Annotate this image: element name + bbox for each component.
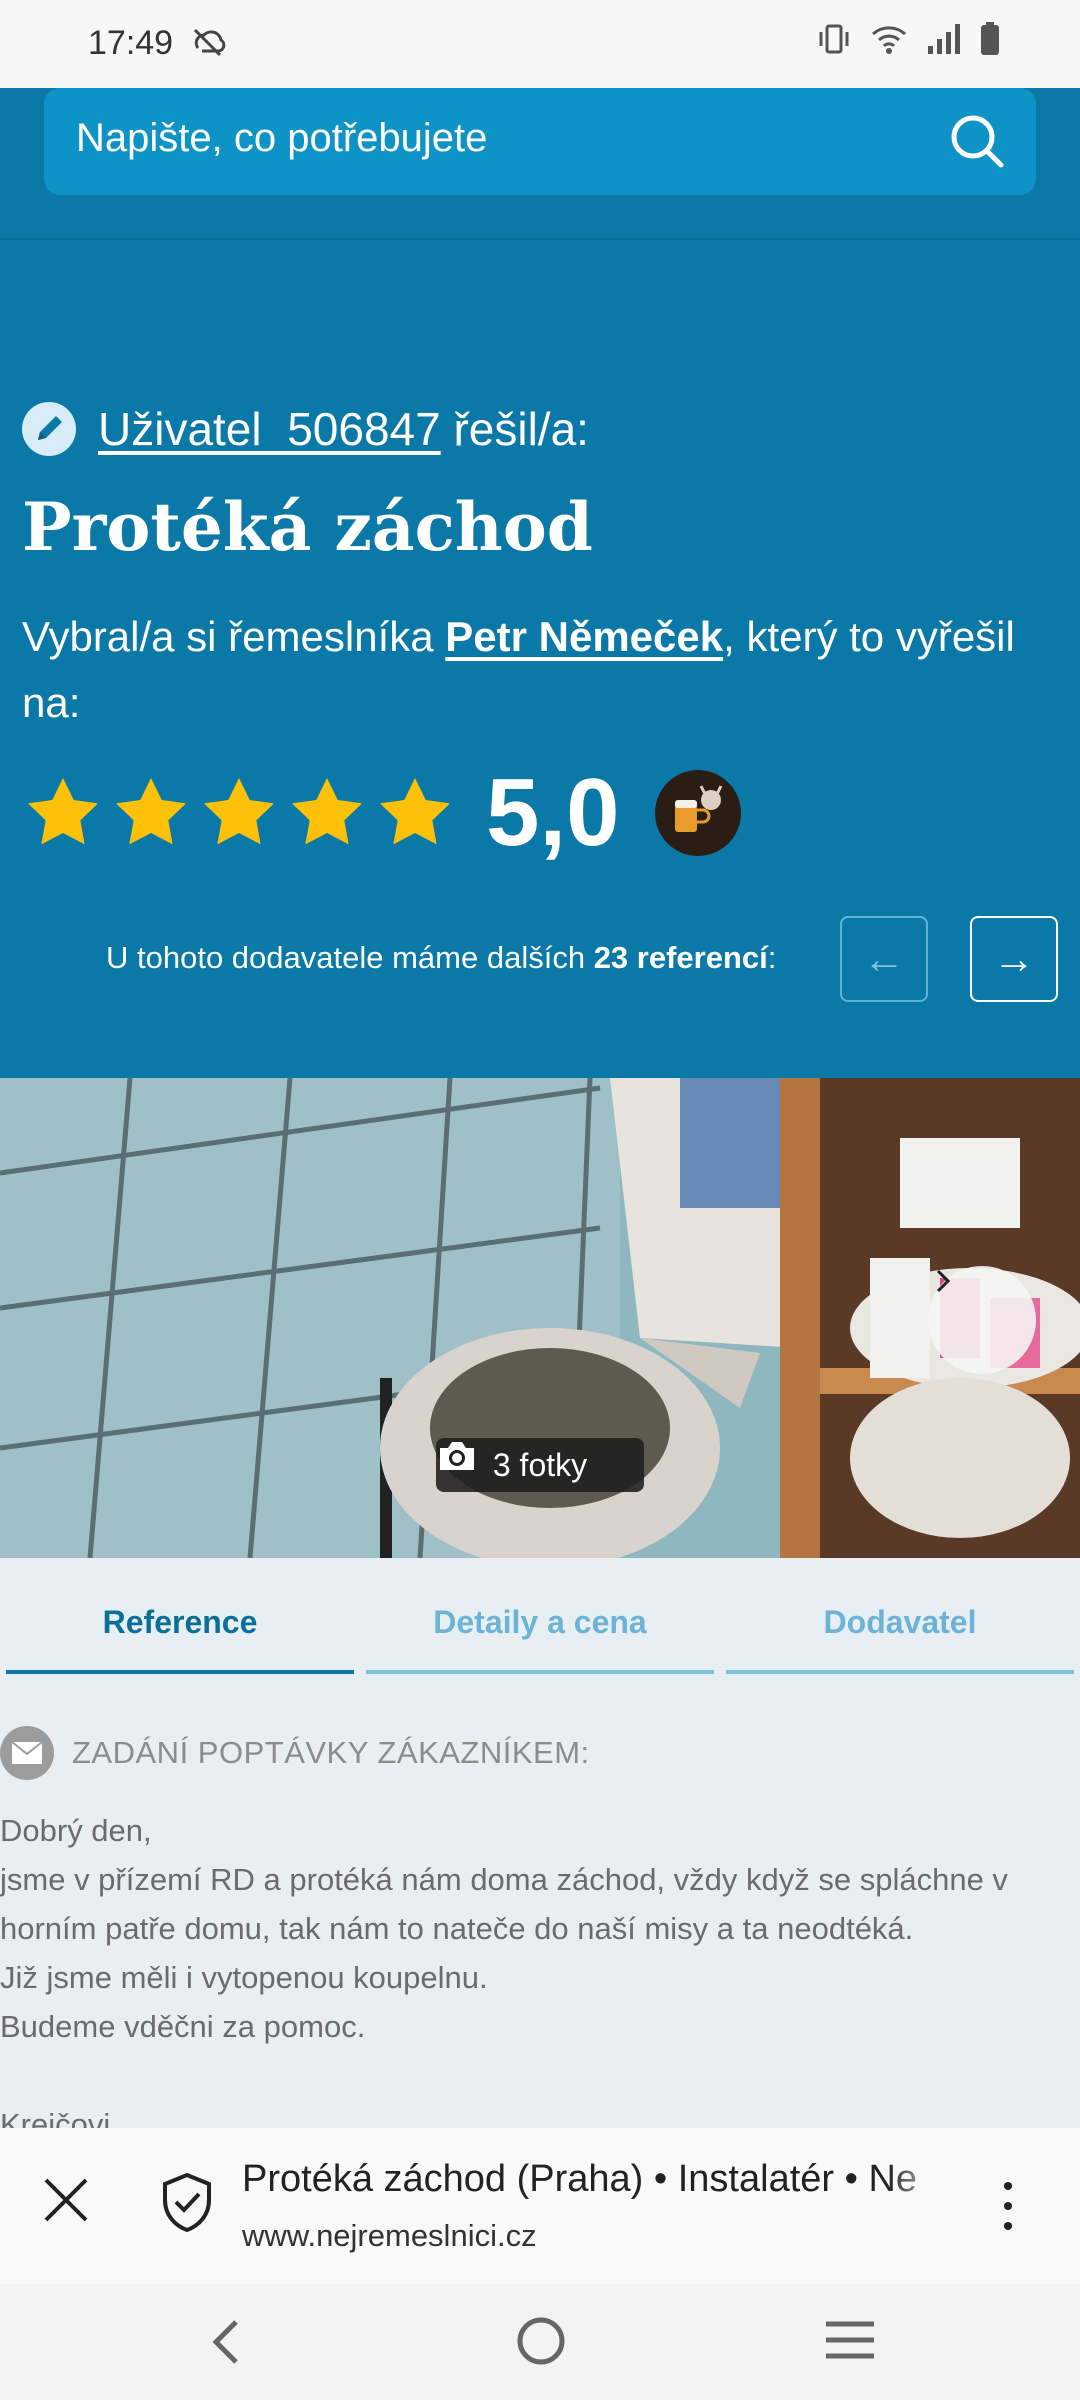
back-icon[interactable] [208, 2316, 244, 2373]
home-icon[interactable] [514, 2314, 568, 2373]
reference-hero: Uživatel_506847 řešil/a: Protéká záchod … [0, 240, 1080, 1078]
photo-count-badge[interactable]: 3 fotky [436, 1438, 644, 1492]
site-header: Napište, co potřebujete [0, 88, 1080, 240]
chosen-prefix: Vybral/a si řemeslníka [22, 613, 446, 660]
shield-check-icon[interactable] [160, 2172, 214, 2237]
rating-value: 5,0 [486, 759, 620, 866]
browser-page-info: Protéká záchod (Praha) • Instalatér • Ne… [0, 2128, 1080, 2284]
search-bar[interactable]: Napište, co potřebujete [44, 88, 1036, 195]
search-icon[interactable] [948, 112, 1006, 175]
supplier-avatar[interactable] [655, 770, 742, 856]
tab-indicator [6, 1670, 354, 1674]
sync-off-icon [190, 24, 226, 65]
photo-count-label: 3 fotky [492, 1446, 588, 1483]
status-bar: 17:49 [0, 0, 1080, 88]
more-references-text: U tohoto dodavatele máme dalších 23 refe… [106, 940, 776, 976]
star-icon [28, 778, 98, 845]
search-placeholder[interactable]: Napište, co potřebujete [76, 116, 487, 161]
title-fade [888, 2158, 948, 2201]
signal-icon [926, 22, 962, 61]
tab-label: Dodavatel [823, 1603, 977, 1640]
chevron-right-icon [936, 1269, 951, 1293]
request-line: Budeme vděčni za pomoc. [0, 2009, 366, 2044]
page-title: Protéká záchod [22, 488, 593, 566]
tab-indicator [726, 1670, 1074, 1674]
request-label: ZADÁNÍ POPTÁVKY ZÁKAZNÍKEM: [72, 1735, 590, 1770]
star-icon [204, 778, 274, 845]
request-line: Dobrý den, [0, 1813, 152, 1848]
pencil-icon [22, 402, 76, 456]
star-icon [116, 778, 186, 845]
chosen-craftsman-text: Vybral/a si řemeslníka Petr Němeček, kte… [22, 604, 1062, 736]
battery-icon [980, 22, 1000, 61]
tab-details-price[interactable]: Detaily a cena [366, 1558, 714, 1686]
author-link[interactable]: Uživatel_506847 [98, 403, 441, 455]
request-blank-line [0, 2051, 1070, 2100]
next-photo-button[interactable] [928, 1266, 1036, 1374]
browser-domain[interactable]: www.nejremeslnici.cz [242, 2218, 537, 2254]
refs-count: 23 referencí [593, 940, 768, 975]
previous-reference-button[interactable]: ← [840, 916, 928, 1002]
browser-page-title[interactable]: Protéká záchod (Praha) • Instalatér • Ne [242, 2158, 948, 2201]
browser-page-title-text: Protéká záchod (Praha) • Instalatér • Ne [242, 2158, 918, 2200]
close-icon[interactable] [40, 2174, 92, 2231]
status-time: 17:49 [88, 24, 174, 62]
star-rating [22, 773, 456, 853]
detail-tabs: Reference Detaily a cena Dodavatel [0, 1558, 1080, 1686]
tab-label: Detaily a cena [433, 1603, 647, 1640]
author-row: Uživatel_506847 řešil/a: [22, 402, 589, 456]
tab-reference[interactable]: Reference [6, 1558, 354, 1686]
request-line: Již jsme měli i vytopenou koupelnu. [0, 1960, 488, 1995]
request-line: horním patře domu, tak nám to nateče do … [0, 1911, 914, 1946]
vibrate-icon [816, 22, 852, 61]
star-icon [380, 778, 450, 845]
request-line: jsme v přízemí RD a protéká nám doma zác… [0, 1862, 1008, 1897]
request-header: ZADÁNÍ POPTÁVKY ZÁKAZNÍKEM: [0, 1726, 590, 1780]
request-text: Dobrý den, jsme v přízemí RD a protéká n… [0, 1806, 1070, 2149]
tab-indicator [366, 1670, 714, 1674]
envelope-icon [0, 1726, 54, 1780]
refs-prefix: U tohoto dodavatele máme dalších [106, 940, 594, 975]
star-icon [292, 778, 362, 845]
author-suffix: řešil/a: [440, 403, 589, 455]
tab-label: Reference [102, 1603, 258, 1640]
camera-icon [440, 1442, 474, 1470]
rating-row: 5,0 [22, 758, 742, 868]
next-reference-button[interactable]: → [970, 916, 1058, 1002]
reference-photo[interactable]: 3 fotky [0, 1078, 1080, 1558]
tab-supplier[interactable]: Dodavatel [726, 1558, 1074, 1686]
system-navigation-bar [0, 2284, 1080, 2400]
wifi-icon [870, 22, 908, 61]
more-vert-icon[interactable] [1000, 2180, 1016, 2237]
refs-suffix: : [767, 940, 777, 975]
recent-apps-icon[interactable] [824, 2318, 876, 2367]
craftsman-link[interactable]: Petr Němeček [445, 613, 723, 660]
